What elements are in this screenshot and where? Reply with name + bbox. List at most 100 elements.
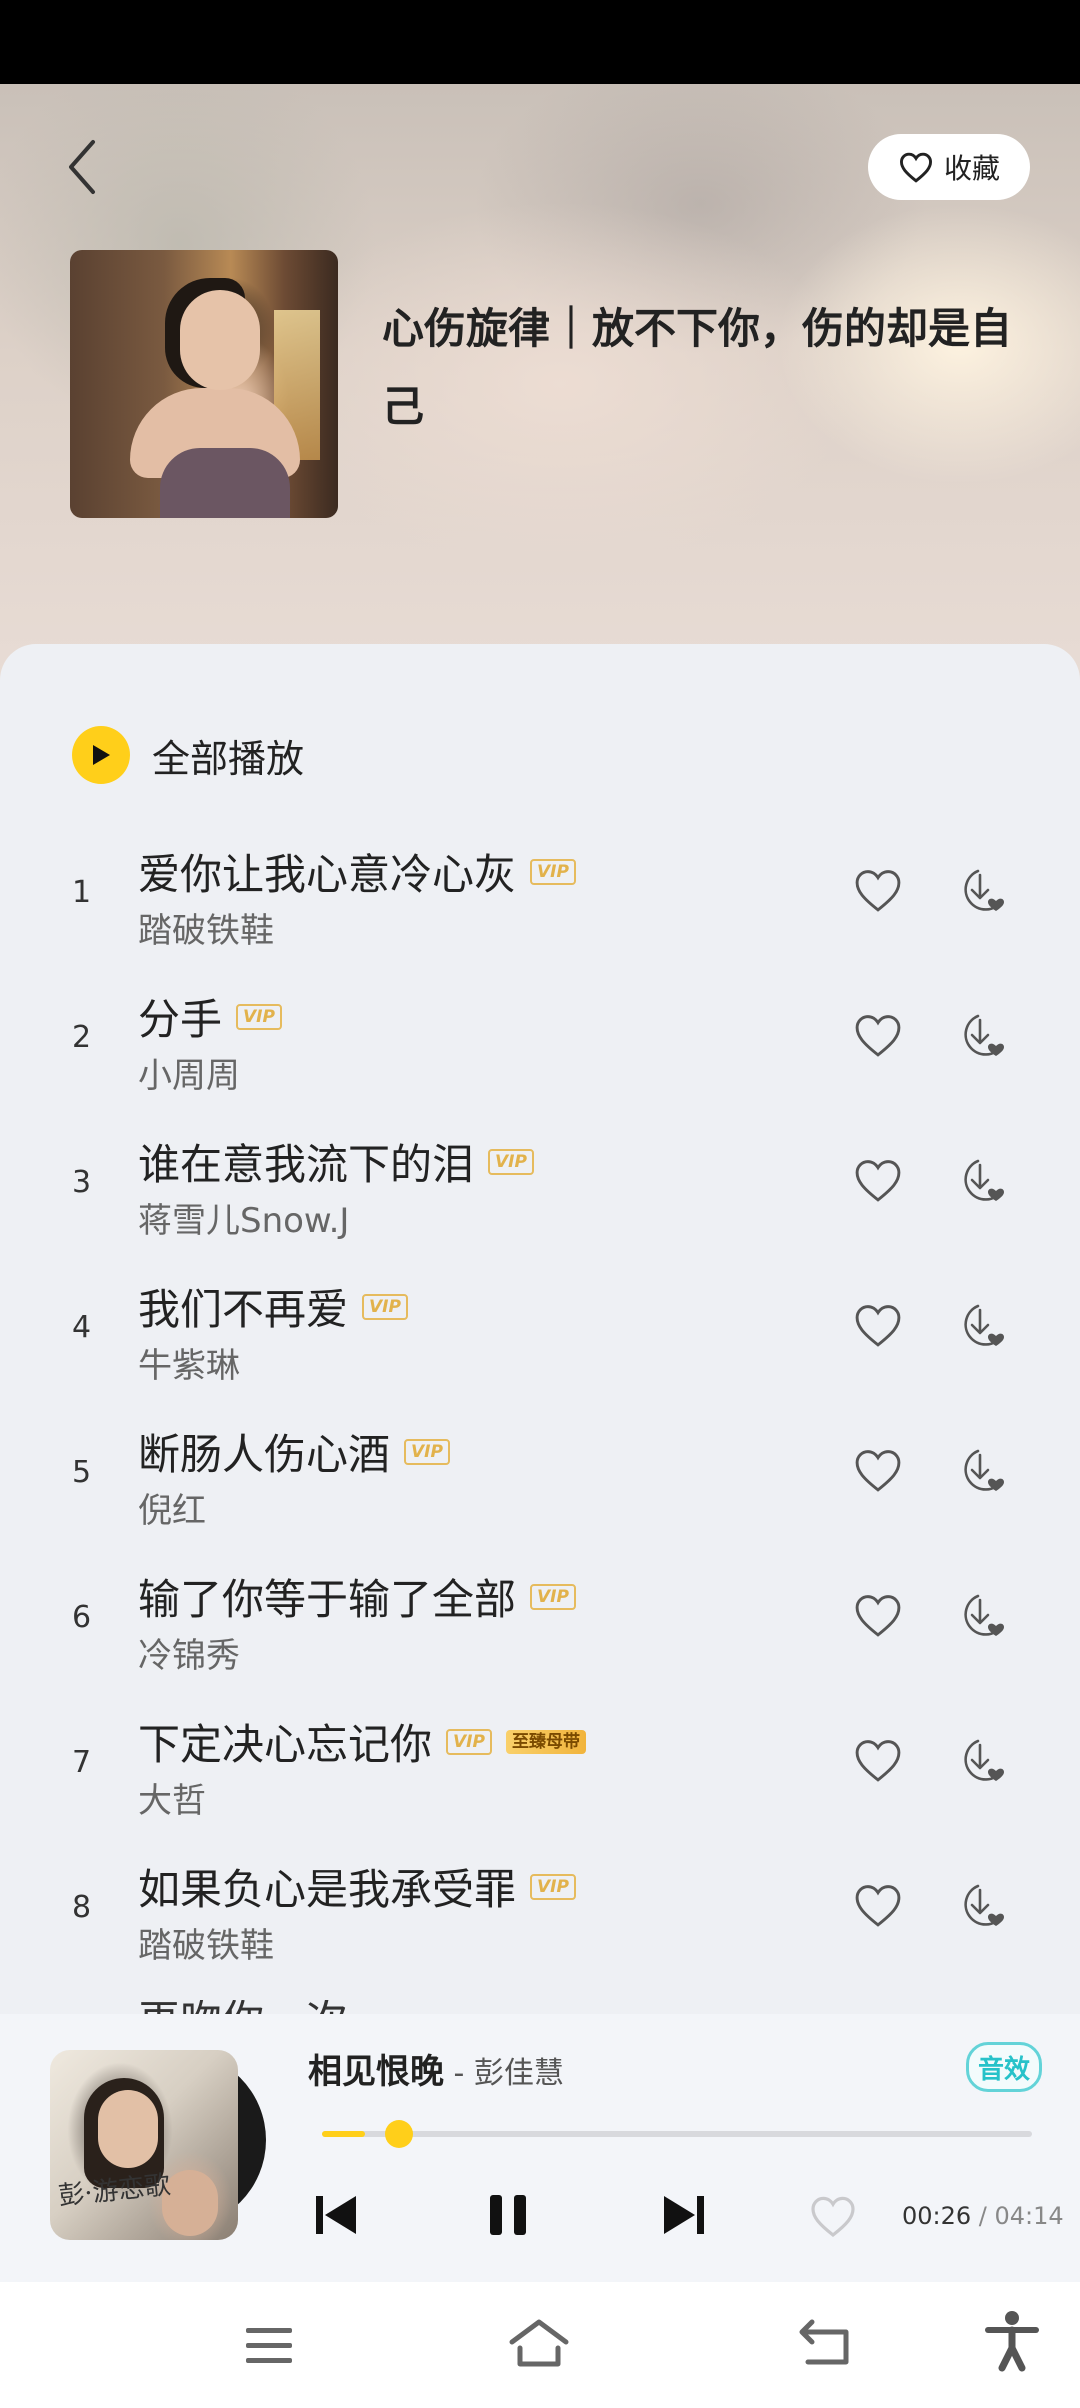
download-button[interactable] bbox=[956, 1155, 1012, 1211]
song-artist: 倪红 bbox=[138, 1491, 206, 1531]
download-button[interactable] bbox=[956, 865, 1012, 921]
progress-fill bbox=[322, 2131, 365, 2137]
now-playing-song: 相见恨晚 bbox=[308, 2052, 444, 2092]
elapsed-time: 00:26 bbox=[902, 2202, 972, 2230]
song-title: 谁在意我流下的泪 bbox=[138, 1140, 475, 1189]
progress-knob[interactable] bbox=[384, 2120, 413, 2148]
now-playing-like-button[interactable] bbox=[808, 2194, 858, 2242]
song-index: 4 bbox=[72, 1310, 92, 1345]
like-button[interactable] bbox=[852, 1592, 904, 1642]
like-button[interactable] bbox=[852, 1737, 904, 1787]
song-index: 5 bbox=[72, 1455, 92, 1490]
cover-text: 彭·游恋歌 bbox=[57, 2170, 172, 2212]
partial-song-title: 再吻你一次 bbox=[138, 2000, 438, 2014]
heart-icon bbox=[855, 1740, 901, 1782]
download-button[interactable] bbox=[956, 1880, 1012, 1936]
song-title: 爱你让我心意冷心灰 bbox=[138, 850, 517, 899]
like-button[interactable] bbox=[852, 1012, 904, 1062]
like-button[interactable] bbox=[852, 1302, 904, 1352]
nav-home-button[interactable] bbox=[508, 2318, 570, 2374]
status-bar bbox=[0, 0, 1080, 84]
heart-icon bbox=[855, 870, 901, 912]
back-icon bbox=[799, 2319, 849, 2365]
song-row[interactable]: 5 断肠人伤心酒 VIP 倪红 bbox=[0, 1415, 1080, 1560]
song-title-line: 下定决心忘记你 VIP 至臻母带 bbox=[138, 1711, 586, 1772]
download-button[interactable] bbox=[956, 1300, 1012, 1356]
heart-icon bbox=[855, 1595, 901, 1637]
song-artist: 踏破铁鞋 bbox=[138, 911, 274, 951]
heart-icon bbox=[855, 1305, 901, 1347]
now-playing-title[interactable]: 相见恨晚 - 彭佳慧 bbox=[308, 2044, 564, 2093]
song-row[interactable]: 8 如果负心是我承受罪 VIP 踏破铁鞋 bbox=[0, 1850, 1080, 1995]
back-button[interactable] bbox=[52, 132, 112, 202]
like-button[interactable] bbox=[852, 1882, 904, 1932]
like-button[interactable] bbox=[852, 1447, 904, 1497]
accessibility-icon bbox=[985, 2311, 1039, 2372]
now-playing-cover[interactable]: 彭·游恋歌 bbox=[50, 2050, 238, 2240]
vip-badge: VIP bbox=[446, 1728, 492, 1755]
heart-icon bbox=[811, 2196, 855, 2238]
nav-back-button[interactable] bbox=[798, 2318, 852, 2372]
song-index: 7 bbox=[72, 1745, 92, 1780]
download-button[interactable] bbox=[956, 1445, 1012, 1501]
previous-button[interactable] bbox=[312, 2190, 360, 2244]
play-all-label: 全部播放 bbox=[152, 736, 305, 781]
song-artist: 冷锦秀 bbox=[138, 1636, 240, 1676]
download-icon bbox=[964, 1304, 1004, 1346]
song-title: 下定决心忘记你 bbox=[138, 1720, 433, 1769]
song-title-line: 我们不再爱 VIP bbox=[138, 1276, 408, 1337]
song-row[interactable]: 3 谁在意我流下的泪 VIP 蒋雪儿Snow.J bbox=[0, 1125, 1080, 1270]
sound-effect-button[interactable]: 音效 bbox=[966, 2042, 1042, 2092]
download-icon bbox=[964, 869, 1004, 911]
like-button[interactable] bbox=[852, 1157, 904, 1207]
song-row[interactable]: 4 我们不再爱 VIP 牛紫琳 bbox=[0, 1270, 1080, 1415]
download-icon bbox=[964, 1739, 1004, 1781]
song-row[interactable]: 7 下定决心忘记你 VIP 至臻母带 大哲 bbox=[0, 1705, 1080, 1850]
song-title: 输了你等于输了全部 bbox=[138, 1575, 517, 1624]
song-artist: 蒋雪儿Snow.J bbox=[138, 1201, 350, 1241]
like-button[interactable] bbox=[852, 867, 904, 917]
progress-slider[interactable] bbox=[322, 2120, 1032, 2148]
song-row[interactable]: 6 输了你等于输了全部 VIP 冷锦秀 bbox=[0, 1560, 1080, 1705]
playlist-title: 心伤旋律｜放不下你，伤的却是自己 bbox=[382, 304, 1013, 431]
song-title-line: 输了你等于输了全部 VIP bbox=[138, 1566, 576, 1627]
heart-icon bbox=[855, 1015, 901, 1057]
song-title-line: 如果负心是我承受罪 VIP bbox=[138, 1856, 576, 1917]
menu-icon bbox=[246, 2328, 292, 2363]
play-all-button[interactable]: 全部播放 bbox=[72, 726, 304, 784]
next-button[interactable] bbox=[660, 2190, 708, 2244]
vip-badge: VIP bbox=[488, 1148, 534, 1175]
playback-time: 00:26 / 04:14 bbox=[902, 2202, 1064, 2230]
vip-badge: VIP bbox=[404, 1438, 450, 1465]
vip-badge: VIP bbox=[530, 858, 576, 885]
heart-icon bbox=[855, 1160, 901, 1202]
playlist-cover bbox=[70, 250, 338, 518]
song-index: 1 bbox=[72, 875, 92, 910]
song-title-line: 爱你让我心意冷心灰 VIP bbox=[138, 841, 576, 902]
song-title: 分手 bbox=[138, 995, 223, 1044]
heart-icon bbox=[855, 1885, 901, 1927]
download-icon bbox=[964, 1014, 1004, 1056]
song-title: 如果负心是我承受罪 bbox=[138, 1865, 517, 1914]
vip-badge: VIP bbox=[530, 1873, 576, 1900]
song-row[interactable]: 1 爱你让我心意冷心灰 VIP 踏破铁鞋 bbox=[0, 835, 1080, 980]
download-icon bbox=[964, 1159, 1004, 1201]
play-icon bbox=[72, 726, 130, 784]
pause-button[interactable] bbox=[484, 2190, 534, 2244]
download-icon bbox=[964, 1449, 1004, 1491]
download-button[interactable] bbox=[956, 1735, 1012, 1791]
nav-menu-button[interactable] bbox=[244, 2324, 294, 2372]
total-time: 04:14 bbox=[994, 2202, 1064, 2230]
download-button[interactable] bbox=[956, 1010, 1012, 1066]
song-title: 我们不再爱 bbox=[138, 1285, 349, 1334]
nav-accessibility-button[interactable] bbox=[984, 2310, 1040, 2376]
song-index: 6 bbox=[72, 1600, 92, 1635]
vip-badge: VIP bbox=[236, 1003, 282, 1030]
download-button[interactable] bbox=[956, 1590, 1012, 1646]
favorite-button[interactable]: 收藏 bbox=[868, 134, 1030, 200]
favorite-label: 收藏 bbox=[943, 152, 1000, 185]
song-row[interactable]: 2 分手 VIP 小周周 bbox=[0, 980, 1080, 1125]
now-playing-artist: 彭佳慧 bbox=[473, 2056, 564, 2091]
now-playing-separator: - bbox=[444, 2056, 474, 2091]
pause-icon bbox=[490, 2195, 526, 2235]
